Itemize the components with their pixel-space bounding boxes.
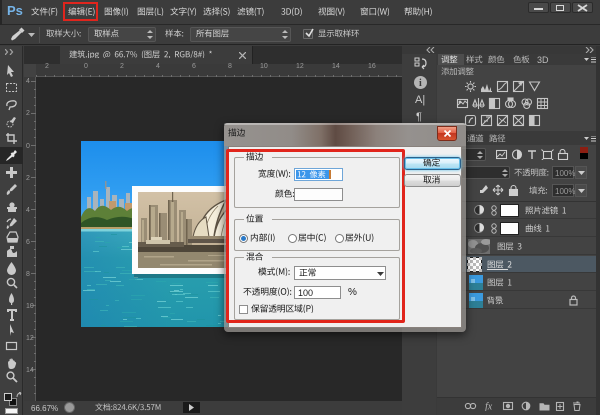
svg-text:fx: fx [485,402,493,412]
